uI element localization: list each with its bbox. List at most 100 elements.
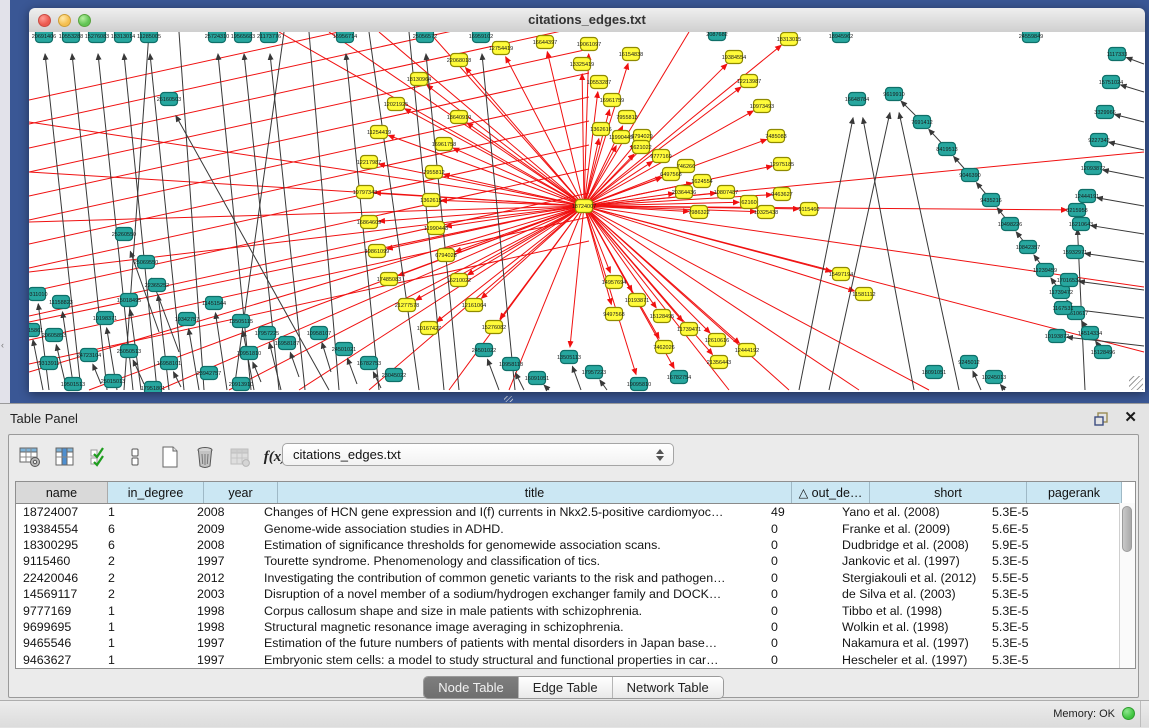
- graph-node[interactable]: 16782753: [357, 357, 381, 370]
- column-header-name[interactable]: name: [16, 482, 108, 503]
- graph-node[interactable]: 24723104: [77, 349, 101, 362]
- citation-edge-black[interactable]: [1067, 337, 1144, 346]
- graph-node[interactable]: 19861099: [365, 245, 389, 258]
- graph-node[interactable]: 10245013: [982, 371, 1006, 384]
- graph-node[interactable]: 13505113: [557, 351, 581, 364]
- graph-node[interactable]: 18130964: [407, 73, 431, 86]
- graph-node[interactable]: 7986322: [688, 206, 709, 219]
- citation-edge-black[interactable]: [1103, 170, 1144, 178]
- graph-node[interactable]: 11990449: [609, 131, 633, 144]
- graph-node[interactable]: 25050513: [117, 345, 141, 358]
- citation-edge-red[interactable]: [584, 45, 781, 206]
- canvas-resize-grip-icon[interactable]: [1129, 376, 1143, 390]
- graph-node[interactable]: 12093872: [1081, 162, 1105, 175]
- graph-node[interactable]: 1362615: [420, 194, 441, 207]
- column-header-year[interactable]: year: [204, 482, 278, 503]
- graph-node[interactable]: 19384554: [722, 51, 746, 64]
- graph-node[interactable]: 11239459: [1033, 264, 1057, 277]
- graph-node[interactable]: 18640910: [447, 111, 471, 124]
- graph-node[interactable]: 18945962: [829, 32, 853, 43]
- tab-network-table[interactable]: Network Table: [612, 677, 723, 698]
- graph-node[interactable]: 9227342: [1088, 134, 1109, 147]
- graph-node[interactable]: 16091051: [525, 372, 549, 385]
- citation-edge-red[interactable]: [584, 206, 1144, 287]
- citation-edge-red[interactable]: [582, 74, 584, 206]
- graph-node[interactable]: 10193871: [625, 294, 649, 307]
- table-row[interactable]: 1872400712008Changes of HCN gene express…: [16, 504, 1135, 520]
- graph-node[interactable]: 9046390: [959, 169, 980, 182]
- graph-node[interactable]: 16959102: [469, 32, 493, 43]
- graph-node[interactable]: 21356443: [707, 356, 731, 369]
- graph-node[interactable]: 15128495: [650, 310, 674, 323]
- table-row[interactable]: 1938455462009Genome-wide association stu…: [16, 520, 1135, 536]
- citation-edge-red[interactable]: [584, 206, 656, 308]
- graph-node[interactable]: 11158823: [49, 296, 73, 309]
- graph-node[interactable]: 6497568: [660, 168, 681, 181]
- citation-edge-red[interactable]: [405, 109, 584, 206]
- graph-node[interactable]: 25069550: [134, 256, 158, 269]
- citation-edge-red[interactable]: [29, 193, 589, 316]
- citation-edge-black[interactable]: [1109, 142, 1144, 150]
- citation-edge-black[interactable]: [38, 304, 49, 390]
- graph-node[interactable]: 12610616: [705, 334, 729, 347]
- graph-node[interactable]: 23942757: [197, 367, 221, 380]
- graph-node[interactable]: 1167531: [1052, 302, 1073, 315]
- graph-node[interactable]: 6794028: [435, 249, 456, 262]
- citation-network-graph[interactable]: 1813096412021925112544191221798719797343…: [29, 32, 1145, 392]
- column-header-short[interactable]: short: [870, 482, 1027, 503]
- graph-node[interactable]: 12213987: [737, 75, 761, 88]
- table-row[interactable]: 2242004622012Investigating the contribut…: [16, 570, 1135, 586]
- graph-node[interactable]: 15128496: [1091, 346, 1115, 359]
- graph-node[interactable]: 17951801: [141, 382, 165, 393]
- graph-node[interactable]: 20913910: [229, 378, 253, 391]
- network-window-titlebar[interactable]: citations_edges.txt: [29, 8, 1145, 33]
- graph-node[interactable]: 12444191: [1075, 190, 1099, 203]
- citation-edge-black[interactable]: [253, 362, 261, 382]
- graph-node[interactable]: 17016534: [1057, 274, 1081, 287]
- graph-node[interactable]: 23045022: [382, 369, 406, 382]
- citation-edge-black[interactable]: [973, 371, 981, 390]
- graph-node[interactable]: 1624554: [691, 175, 712, 188]
- citation-edge-black[interactable]: [1097, 198, 1144, 206]
- table-row[interactable]: 1456911722003Disruption of a novel membe…: [16, 586, 1135, 602]
- float-panel-icon[interactable]: [1094, 412, 1109, 426]
- graph-node[interactable]: 2087682: [706, 32, 727, 41]
- graph-node[interactable]: 16958187: [275, 337, 299, 350]
- graph-node[interactable]: 1117333: [1107, 48, 1128, 61]
- citation-edge-black[interactable]: [218, 54, 251, 390]
- graph-node[interactable]: 15276082: [482, 321, 506, 334]
- graph-node[interactable]: 10958118: [499, 358, 523, 371]
- graph-node[interactable]: 12975185: [770, 158, 794, 171]
- graph-node[interactable]: 10498226: [998, 218, 1022, 231]
- graph-node[interactable]: 18313014: [111, 32, 135, 43]
- citation-edge-black[interactable]: [488, 359, 499, 390]
- graph-node[interactable]: 24501022: [472, 344, 496, 357]
- citation-edge-black[interactable]: [829, 113, 890, 390]
- graph-node[interactable]: 24501021: [332, 343, 356, 356]
- graph-node[interactable]: 26160503: [157, 93, 181, 106]
- graph-node[interactable]: 9311010: [29, 288, 48, 301]
- graph-node[interactable]: 25056572: [413, 32, 437, 43]
- citation-edge-black[interactable]: [1115, 114, 1144, 122]
- citation-edge-black[interactable]: [515, 373, 524, 390]
- graph-node[interactable]: 8419513: [936, 143, 957, 156]
- table-row[interactable]: 911546021997Tourette syndrome. Phenomeno…: [16, 553, 1135, 569]
- delete-column-icon[interactable]: [192, 444, 218, 470]
- graph-node[interactable]: 10951810: [237, 347, 261, 360]
- graph-node[interactable]: 16648784: [845, 93, 869, 106]
- graph-node[interactable]: 11581112: [852, 288, 875, 301]
- citation-edge-black[interactable]: [124, 32, 149, 390]
- graph-node[interactable]: 15497194: [829, 268, 853, 281]
- graph-node[interactable]: 15932971: [1063, 246, 1087, 259]
- tab-node-table[interactable]: Node Table: [424, 677, 518, 698]
- table-row[interactable]: 1830029562008Estimation of significance …: [16, 537, 1135, 553]
- citation-edge-black[interactable]: [1085, 253, 1144, 262]
- graph-node[interactable]: 12754419: [489, 42, 513, 55]
- graph-node[interactable]: 7955813: [616, 111, 637, 124]
- graph-node[interactable]: 7462026: [653, 341, 674, 354]
- citation-edge-black[interactable]: [572, 366, 581, 390]
- graph-node[interactable]: 19342757: [175, 313, 199, 326]
- split-pane-grip-icon[interactable]: [504, 396, 513, 402]
- graph-node[interactable]: 24559849: [1019, 32, 1043, 43]
- column-header-pagerank[interactable]: pagerank: [1027, 482, 1122, 503]
